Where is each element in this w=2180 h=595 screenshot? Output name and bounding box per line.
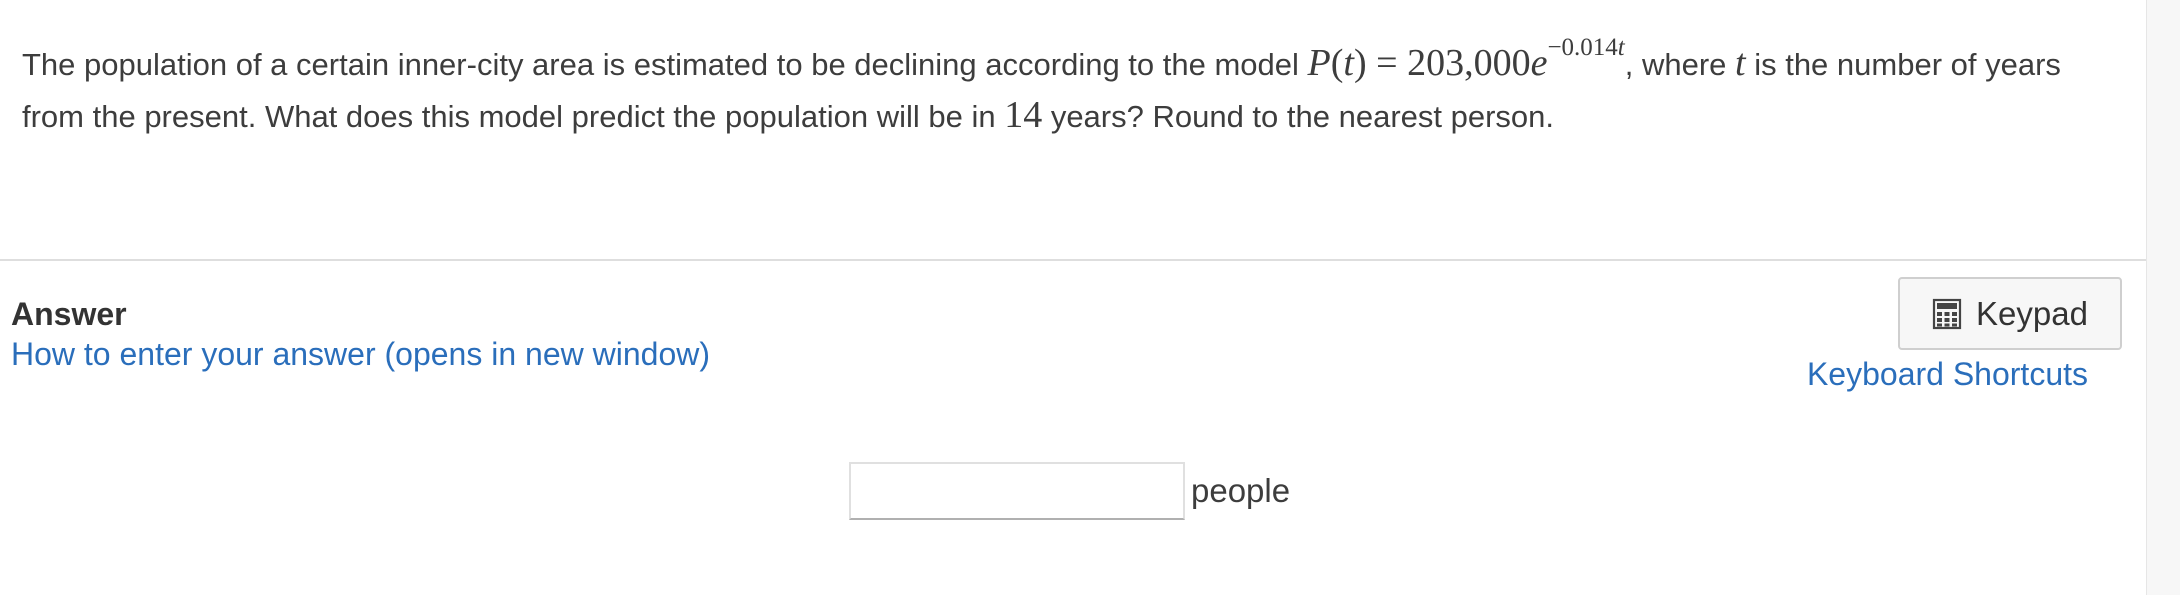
answer-input[interactable] [849, 462, 1185, 520]
formula-variable: t [1343, 42, 1354, 84]
answer-unit-label: people [1191, 472, 1291, 509]
question-closing: years? Round to the nearest person. [1042, 99, 1555, 134]
keypad-button-label: Keypad [1976, 294, 2088, 332]
formula-equals: = [1376, 42, 1398, 84]
how-to-enter-answer-link[interactable]: How to enter your answer (opens in new w… [11, 336, 710, 373]
formula-exponent-variable: t [1617, 34, 1625, 62]
section-divider [0, 259, 2146, 261]
question-variable: t [1735, 42, 1746, 84]
question-intro: The population of a certain inner-city a… [22, 47, 1308, 82]
question-years-value: 14 [1004, 94, 1043, 136]
formula-function: P [1307, 42, 1331, 84]
formula-exponent: −0.014t [1547, 34, 1624, 61]
keyboard-shortcuts-link[interactable]: Keyboard Shortcuts [1807, 356, 2088, 393]
question-after-equation: , where [1624, 47, 1736, 82]
formula-base: e [1530, 42, 1548, 84]
keypad-button[interactable]: Keypad [1898, 277, 2122, 350]
formula-exponent-value: −0.014 [1547, 34, 1618, 62]
question-text: The population of a certain inner-city a… [22, 34, 2112, 142]
population-formula: P(t) = 203,000e−0.014t [1307, 34, 1625, 84]
scrollbar-track[interactable] [2146, 0, 2180, 595]
formula-coefficient: 203,000 [1407, 42, 1531, 84]
calculator-icon [1932, 298, 1962, 329]
question-page: The population of a certain inner-city a… [0, 0, 2146, 595]
answer-heading: Answer [11, 296, 127, 332]
